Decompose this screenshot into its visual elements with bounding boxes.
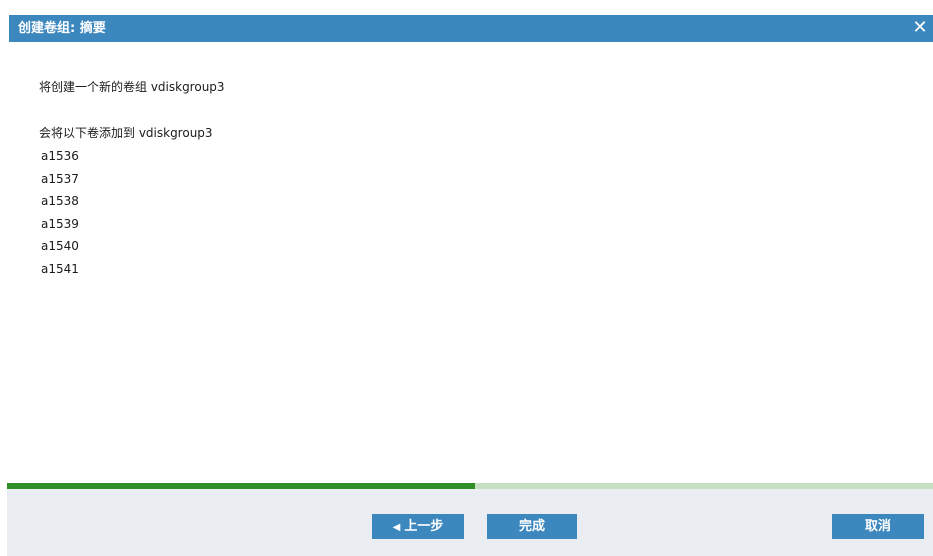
previous-step-button[interactable]: ◀ 上一步 (372, 514, 464, 539)
list-item: a1536 (41, 149, 79, 163)
volume-list: a1536 a1537 a1538 a1539 a1540 a1541 (41, 148, 79, 284)
create-group-message: 将创建一个新的卷组 vdiskgroup3 (39, 80, 225, 94)
dialog-titlebar: 创建卷组: 摘要 ✕ (9, 15, 933, 42)
list-item: a1541 (41, 261, 79, 276)
add-volumes-message: 会将以下卷添加到 vdiskgroup3 (39, 126, 213, 140)
close-icon[interactable]: ✕ (912, 18, 928, 38)
list-item: a1537 (41, 171, 79, 186)
triangle-left-icon: ◀ (392, 522, 401, 533)
cancel-button[interactable]: 取消 (832, 514, 924, 539)
list-item: a1540 (41, 239, 79, 254)
list-item: a1538 (41, 194, 79, 209)
dialog-title: 创建卷组: 摘要 (18, 21, 106, 36)
create-volume-group-dialog: 创建卷组: 摘要 ✕ 将创建一个新的卷组 vdiskgroup3 会将以下卷添加… (0, 0, 933, 556)
finish-button[interactable]: 完成 (487, 514, 577, 539)
dialog-footer: ◀ 上一步 完成 取消 (7, 489, 933, 556)
previous-step-label: 上一步 (404, 519, 444, 534)
list-item: a1539 (41, 216, 79, 231)
